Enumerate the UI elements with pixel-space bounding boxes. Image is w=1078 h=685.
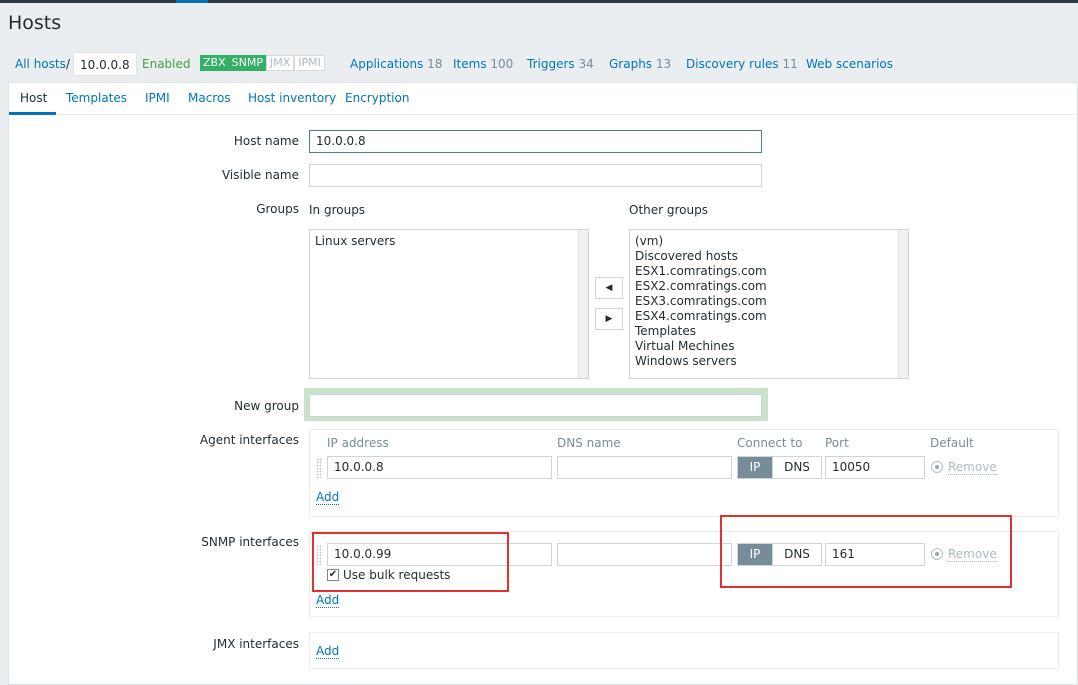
breadcrumb-current-host[interactable]: 10.0.0.8 xyxy=(73,52,137,76)
agent-connect-toggle: IP DNS xyxy=(737,456,822,479)
other-groups-list[interactable]: (vm) Discovered hosts ESX1.comratings.co… xyxy=(629,229,909,379)
jmx-interfaces-label: JMX interfaces xyxy=(213,637,299,651)
agent-default-radio[interactable] xyxy=(931,461,943,473)
visible-name-label: Visible name xyxy=(221,168,299,182)
visible-name-input[interactable] xyxy=(309,164,762,187)
top-bar xyxy=(0,0,1078,3)
in-groups-label: In groups xyxy=(309,203,366,217)
availability-badges: ZBX SNMP JMX IPMI xyxy=(200,55,325,71)
tab-ipmi[interactable]: IPMI xyxy=(145,91,170,105)
drag-handle-icon[interactable] xyxy=(316,458,322,478)
active-tab-indicator xyxy=(9,112,56,115)
port-header: Port xyxy=(825,436,849,450)
tab-host-inventory[interactable]: Host inventory xyxy=(248,91,336,105)
tab-templates[interactable]: Templates xyxy=(66,91,127,105)
other-group-option[interactable]: Discovered hosts xyxy=(630,249,908,264)
agent-remove-link[interactable]: Remove xyxy=(948,461,997,475)
snmp-dns-input[interactable] xyxy=(557,543,732,566)
ipmi-badge: IPMI xyxy=(294,55,325,71)
agent-port-input[interactable]: 10050 xyxy=(825,456,925,479)
tab-host[interactable]: Host xyxy=(20,91,47,105)
snmp-add-link[interactable]: Add xyxy=(316,594,340,608)
jmx-interfaces-box: Add xyxy=(309,632,1059,669)
agent-dns-button[interactable]: DNS xyxy=(772,457,821,478)
other-group-option[interactable]: ESX3.comratings.com xyxy=(630,294,908,309)
tab-encryption[interactable]: Encryption xyxy=(345,91,409,105)
jmx-add-link[interactable]: Add xyxy=(316,645,340,659)
host-tabs: Host Templates IPMI Macros Host inventor… xyxy=(9,83,1077,115)
annotation-box-ip xyxy=(312,532,509,592)
host-form-panel: Host Templates IPMI Macros Host inventor… xyxy=(8,82,1078,685)
other-group-option[interactable]: Virtual Mechines xyxy=(630,339,908,354)
host-name-input[interactable]: 10.0.0.8 xyxy=(309,130,762,153)
other-group-option[interactable]: (vm) xyxy=(630,234,908,249)
in-group-option[interactable]: Linux servers xyxy=(310,234,588,249)
connect-to-header: Connect to xyxy=(737,436,803,450)
host-status-enabled[interactable]: Enabled xyxy=(142,57,191,71)
breadcrumb-all-hosts[interactable]: All hosts xyxy=(15,57,66,71)
agent-ip-button[interactable]: IP xyxy=(738,457,772,478)
top-bar-accent xyxy=(176,0,208,3)
move-left-button[interactable]: ◀ xyxy=(595,277,623,299)
triggers-link[interactable]: Triggers 34 xyxy=(527,57,594,71)
other-group-option[interactable]: Templates xyxy=(630,324,908,339)
annotation-box-connection xyxy=(720,515,1012,588)
other-group-option[interactable]: ESX1.comratings.com xyxy=(630,264,908,279)
host-name-label: Host name xyxy=(233,134,299,148)
agent-add-link[interactable]: Add xyxy=(316,491,340,505)
default-header: Default xyxy=(930,436,974,450)
items-link[interactable]: Items 100 xyxy=(453,57,513,71)
ip-address-header: IP address xyxy=(327,436,389,450)
snmp-interfaces-label: SNMP interfaces xyxy=(201,535,299,549)
other-groups-scrollbar[interactable] xyxy=(898,230,908,378)
zbx-badge: ZBX xyxy=(200,55,229,71)
applications-link[interactable]: Applications 18 xyxy=(350,57,442,71)
tab-macros[interactable]: Macros xyxy=(188,91,231,105)
groups-label: Groups xyxy=(256,202,299,216)
discovery-rules-link[interactable]: Discovery rules 11 xyxy=(686,57,798,71)
other-groups-label: Other groups xyxy=(629,203,708,217)
in-groups-scrollbar[interactable] xyxy=(578,230,588,378)
agent-interfaces-label: Agent interfaces xyxy=(199,433,299,447)
breadcrumb: All hosts / 10.0.0.8 Enabled ZBX SNMP JM… xyxy=(0,50,1078,78)
agent-interfaces-box: IP address DNS name Connect to Port Defa… xyxy=(309,429,1059,517)
other-group-option[interactable]: Windows servers xyxy=(630,354,908,369)
jmx-badge: JMX xyxy=(265,55,295,71)
breadcrumb-separator: / xyxy=(66,57,71,71)
agent-dns-input[interactable] xyxy=(557,456,732,479)
web-scenarios-link[interactable]: Web scenarios xyxy=(806,57,893,71)
page-title: Hosts xyxy=(8,12,62,34)
other-group-option[interactable]: ESX2.comratings.com xyxy=(630,279,908,294)
dns-name-header: DNS name xyxy=(557,436,621,450)
snmp-badge: SNMP xyxy=(228,55,266,71)
new-group-input[interactable] xyxy=(309,394,762,417)
in-groups-list[interactable]: Linux servers xyxy=(309,229,589,379)
new-group-label: New group xyxy=(234,399,299,413)
agent-ip-input[interactable]: 10.0.0.8 xyxy=(327,456,552,479)
graphs-link[interactable]: Graphs 13 xyxy=(609,57,671,71)
other-group-option[interactable]: ESX4.comratings.com xyxy=(630,309,908,324)
move-right-button[interactable]: ▶ xyxy=(595,308,623,330)
